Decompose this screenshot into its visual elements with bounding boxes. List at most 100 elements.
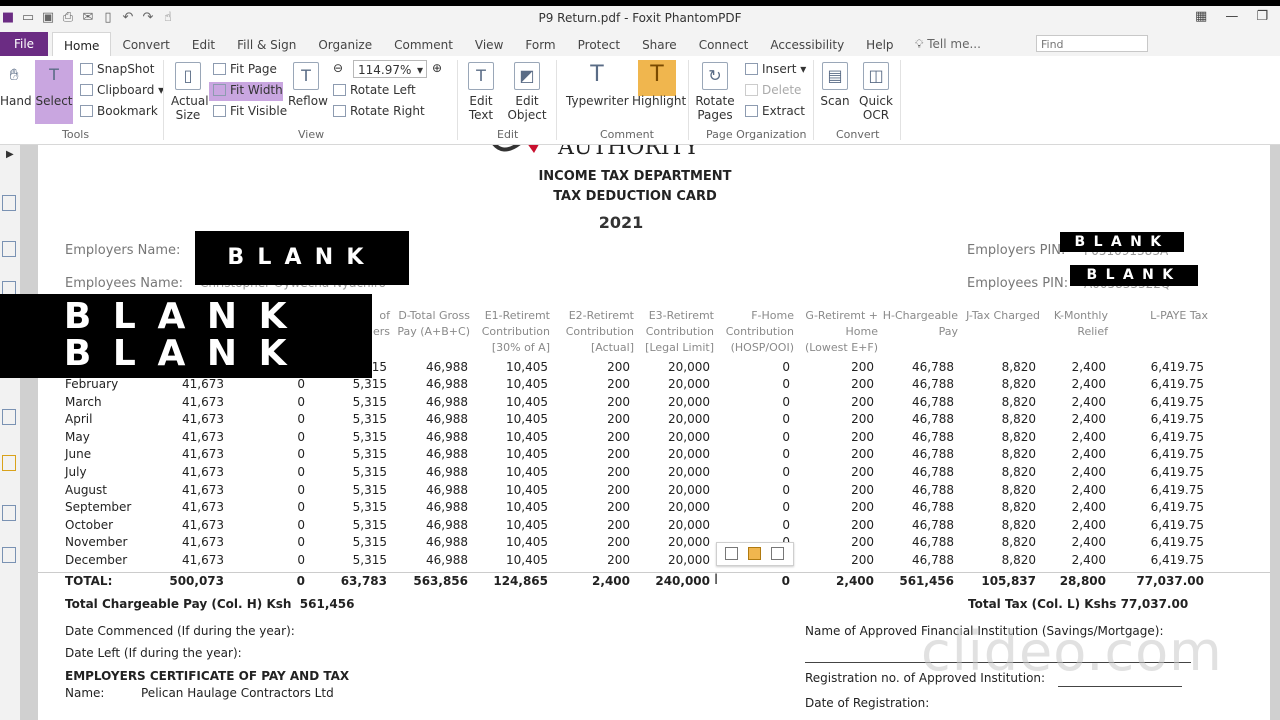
clipboard-button[interactable]: Clipboard ▾ xyxy=(80,83,164,97)
cell-e1: 10,405 xyxy=(506,553,548,567)
total-tax: Total Tax (Col. L) Kshs 77,037.00 xyxy=(968,597,1189,611)
tab-share[interactable]: Share xyxy=(631,32,688,56)
insert-button[interactable]: Insert ▾ xyxy=(745,62,806,76)
cell-g: 200 xyxy=(851,465,874,479)
cell-e3: 20,000 xyxy=(668,535,710,550)
minimize-icon[interactable]: — xyxy=(1225,9,1238,24)
fit-width-button[interactable]: Fit Width xyxy=(213,83,283,97)
highlight-button[interactable]: T Highlight xyxy=(632,62,686,108)
edit-object-button[interactable]: ◩ Edit Object xyxy=(504,62,550,122)
zoom-out-icon[interactable]: ⊖ xyxy=(333,61,343,75)
signatures-icon[interactable] xyxy=(2,547,16,563)
delete-button[interactable]: Delete xyxy=(745,83,801,97)
restore-icon[interactable]: ❐ xyxy=(1256,9,1268,24)
table-row: June 41,673 0 5,315 46,988 10,405 200 20,000 0 20… xyxy=(38,447,1270,464)
cell-l: 6,419.75 xyxy=(1150,394,1204,409)
reflow-icon: T xyxy=(293,62,319,90)
cell-k: 2,400 xyxy=(1071,377,1106,391)
col-header-e1: E1-Retiremt Contribution [30% of A] xyxy=(481,309,550,354)
zoom-select[interactable]: 114.97% ▾ xyxy=(353,60,427,78)
total-a: 500,073 xyxy=(169,574,224,588)
cell-e3: 20,000 xyxy=(668,482,710,497)
cell-g: 200 xyxy=(851,517,874,532)
bookmarks-icon[interactable] xyxy=(2,241,16,257)
actual-size-button[interactable]: ▯ Actual Size xyxy=(170,62,209,122)
cell-e3: 20,000 xyxy=(668,465,710,479)
employer-name-value: Pelican Haulage Contractors Ltd xyxy=(141,686,334,700)
employees-pin-label: Employees PIN: xyxy=(967,276,1069,291)
find-input[interactable]: Find xyxy=(1036,35,1148,52)
fit-page-button[interactable]: Fit Page xyxy=(213,62,277,76)
bookmark-button[interactable]: Bookmark xyxy=(80,104,158,118)
delete-label: Delete xyxy=(762,83,802,97)
group-label-page-organization: Page Organization xyxy=(706,128,807,141)
cell-k: 2,400 xyxy=(1071,553,1106,567)
tab-help[interactable]: Help xyxy=(855,32,904,56)
zoom-value: 114.97% xyxy=(358,63,412,77)
tab-connect[interactable]: Connect xyxy=(688,32,760,56)
cell-k: 2,400 xyxy=(1071,517,1106,532)
expand-panel-icon[interactable]: ▶ xyxy=(6,149,14,160)
tell-me[interactable]: 💡︎ Tell me... xyxy=(915,37,981,52)
redaction-box-employer: BLANK xyxy=(195,231,409,285)
tab-home[interactable]: Home xyxy=(52,32,112,57)
cell-a: 41,673 xyxy=(182,412,224,427)
extract-button[interactable]: Extract xyxy=(745,104,805,118)
hand-button[interactable]: ✋︎ Hand xyxy=(0,62,32,108)
total-c: 63,783 xyxy=(340,574,387,588)
cell-h: 46,788 xyxy=(912,535,954,550)
cell-c: 5,315 xyxy=(352,553,387,567)
tab-convert[interactable]: Convert xyxy=(111,32,180,56)
scan-button[interactable]: ▤ Scan xyxy=(818,62,852,108)
cell-f: 0 xyxy=(782,412,790,427)
comments-icon[interactable] xyxy=(2,505,16,521)
zoom-in-icon[interactable]: ⊕ xyxy=(432,61,442,75)
attachments-icon[interactable] xyxy=(2,409,16,425)
snapshot-button[interactable]: SnapShot xyxy=(80,62,154,76)
tab-protect[interactable]: Protect xyxy=(567,32,631,56)
ribbon-options-icon[interactable]: ▦ xyxy=(1195,9,1207,24)
select-button[interactable]: T Select xyxy=(35,62,73,108)
tab-fill-sign[interactable]: Fill & Sign xyxy=(226,32,307,56)
cell-c: 5,315 xyxy=(352,447,387,462)
highlight-text-icon[interactable] xyxy=(748,547,761,560)
cell-a: 41,673 xyxy=(182,553,224,567)
tab-comment[interactable]: Comment xyxy=(383,32,464,56)
copy-icon[interactable] xyxy=(725,547,738,560)
quick-ocr-button[interactable]: ◫ Quick OCR xyxy=(858,62,894,122)
clipboard-label: Clipboard xyxy=(97,83,155,97)
cell-k: 2,400 xyxy=(1071,412,1106,427)
tab-edit[interactable]: Edit xyxy=(181,32,226,56)
cell-month: May xyxy=(65,429,90,444)
cell-f: 0 xyxy=(782,500,790,515)
security-icon[interactable] xyxy=(2,455,16,471)
cell-l: 6,419.75 xyxy=(1150,535,1204,550)
typewriter-button[interactable]: T Typewriter xyxy=(566,62,629,108)
rotate-pages-button[interactable]: ↻ Rotate Pages xyxy=(694,62,736,122)
cell-c: 5,315 xyxy=(352,535,387,550)
cell-l: 6,419.75 xyxy=(1150,447,1204,462)
rotate-left-button[interactable]: Rotate Left xyxy=(333,83,416,97)
fit-visible-label: Fit Visible xyxy=(230,104,288,118)
paste-icon[interactable] xyxy=(771,547,784,560)
cell-l: 6,419.75 xyxy=(1150,412,1204,427)
cell-a: 41,673 xyxy=(182,535,224,550)
rotate-right-button[interactable]: Rotate Right xyxy=(333,104,425,118)
tab-organize[interactable]: Organize xyxy=(307,32,383,56)
tab-accessibility[interactable]: Accessibility xyxy=(759,32,855,56)
tab-view[interactable]: View xyxy=(464,32,514,56)
edit-object-icon: ◩ xyxy=(514,62,540,90)
edit-text-button[interactable]: T Edit Text xyxy=(462,62,500,122)
total-row: TOTAL: 500,073 0 63,783 563,856 124,865 … xyxy=(38,572,1270,591)
tab-form[interactable]: Form xyxy=(514,32,566,56)
tell-me-label: Tell me... xyxy=(927,37,981,51)
selection-mini-toolbar xyxy=(716,542,794,566)
cell-d: 46,988 xyxy=(426,465,468,479)
file-tab[interactable]: File xyxy=(0,32,48,56)
fit-visible-icon xyxy=(213,105,226,117)
cell-month: December xyxy=(65,553,128,567)
col-header-l: L-PAYE Tax xyxy=(1150,309,1208,322)
pages-icon[interactable] xyxy=(2,195,16,211)
reflow-button[interactable]: T Reflow xyxy=(288,62,328,108)
fit-visible-button[interactable]: Fit Visible xyxy=(213,104,287,118)
